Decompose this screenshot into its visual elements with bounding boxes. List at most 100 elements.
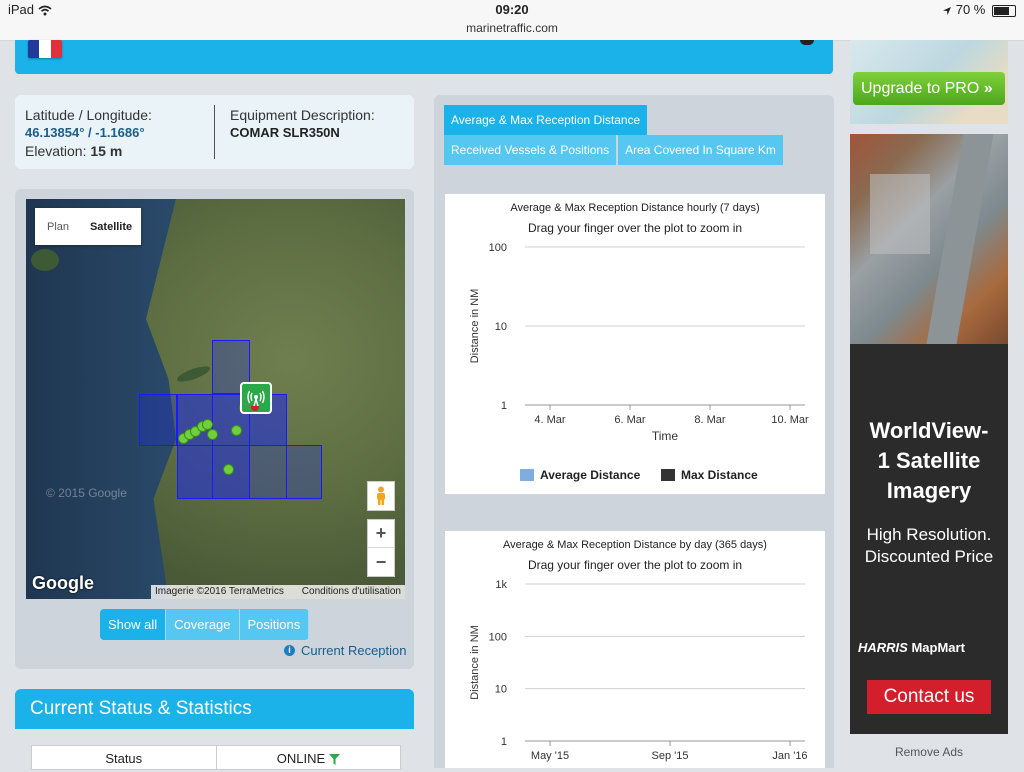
streetview-pegman-icon[interactable] — [367, 481, 395, 511]
station-header-banner — [15, 40, 833, 74]
vessel-marker[interactable] — [231, 425, 242, 436]
x-axis-label: Time — [652, 429, 679, 443]
elevation-row: Elevation: 15 m — [25, 143, 122, 159]
legend-swatch — [520, 469, 534, 481]
y-tick-label: 1k — [495, 579, 507, 591]
contact-us-button[interactable]: Contact us — [867, 680, 991, 714]
runway — [926, 134, 994, 344]
x-tick-label: May '15 — [531, 750, 569, 762]
chart-plot[interactable]: 1 10 100 4. Mar 6. Mar 8. Mar 10. Mar Distance … — [445, 234, 825, 454]
upgrade-to-pro-button[interactable]: Upgrade to PRO » — [853, 72, 1005, 105]
address-bar-url[interactable]: marinetraffic.com — [0, 21, 1024, 35]
zoom-out-button[interactable]: − — [368, 548, 394, 576]
current-reception-link[interactable]: i Current Reception — [284, 643, 407, 658]
france-flag-icon — [28, 40, 62, 58]
vessel-marker[interactable] — [223, 464, 234, 475]
coverage-cell — [249, 445, 287, 499]
ad-text-line1: High Resolution. — [866, 525, 992, 544]
clock: 09:20 — [495, 2, 529, 17]
battery-percent: 70 % — [955, 2, 986, 17]
brand-harris: HARRIS — [858, 640, 908, 655]
battery-icon — [992, 4, 1016, 17]
ad-satellite-image[interactable] — [850, 134, 1008, 344]
terms-link[interactable]: Conditions d'utilisation — [302, 585, 401, 599]
chart-title: Average & Max Reception Distance by day … — [503, 539, 767, 551]
island — [31, 249, 59, 271]
status-title: Current Status & Statistics — [15, 689, 414, 729]
x-tick-label: 6. Mar — [614, 414, 646, 426]
chart-hourly[interactable]: Average & Max Reception Distance hourly … — [445, 194, 825, 494]
equipment-value: COMAR SLR350N — [230, 125, 340, 140]
chart-subtitle: Drag your finger over the plot to zoom i… — [527, 558, 743, 572]
legend-label: Max Distance — [681, 468, 758, 482]
elevation-label: Elevation: — [25, 143, 87, 159]
zoom-in-button[interactable]: + — [368, 520, 394, 548]
ad-chart-map[interactable]: Upgrade to PRO » — [850, 40, 1008, 124]
satellite-button[interactable]: Satellite — [81, 208, 141, 245]
status-label: Status — [32, 746, 217, 769]
y-tick-label: 100 — [489, 631, 507, 643]
upgrade-label: Upgrade to PRO — [861, 80, 980, 97]
show-all-button[interactable]: Show all — [100, 609, 167, 640]
x-tick-label: 8. Mar — [694, 414, 726, 426]
station-info-card: Latitude / Longitude: 46.13854° / -1.168… — [15, 95, 414, 169]
ios-status-bar: iPad 09:20 marinetraffic.com 70 % — [0, 0, 1024, 41]
y-axis-label: Distance in NM — [469, 289, 481, 364]
vessel-marker[interactable] — [207, 429, 218, 440]
x-tick-label: Sep '15 — [652, 750, 689, 762]
ad-title-line3: Imagery — [886, 478, 972, 503]
double-chevron-right-icon: » — [983, 80, 993, 97]
tab-row: Received Vessels & Positions Area Covere… — [444, 135, 783, 165]
map-filter-group: Show all Coverage Positions — [100, 609, 310, 640]
chart-daily[interactable]: Average & Max Reception Distance by day … — [445, 531, 825, 768]
legend-max[interactable]: Max Distance — [661, 468, 758, 482]
chart-plot[interactable]: 1 10 100 1k May '15 Sep '15 Jan '16 Distance in… — [445, 571, 825, 768]
coverage-cell — [139, 394, 177, 446]
google-logo: Google — [32, 573, 94, 593]
legend-avg[interactable]: Average Distance — [520, 468, 640, 482]
positions-button[interactable]: Positions — [239, 609, 310, 640]
island — [175, 363, 212, 385]
chart-subtitle: Drag your finger over the plot to zoom i… — [527, 221, 743, 235]
info-icon: i — [284, 645, 295, 656]
tab-received-vessels[interactable]: Received Vessels & Positions — [444, 135, 617, 165]
current-reception-label: Current Reception — [301, 643, 407, 658]
tab-avg-max-distance[interactable]: Average & Max Reception Distance — [444, 105, 648, 135]
tab-area-covered[interactable]: Area Covered In Square Km — [618, 135, 783, 165]
status-value: ONLINE — [276, 751, 326, 766]
elevation-value: 15 m — [90, 143, 123, 159]
harris-mapmart-logo: HARRIS MapMart — [858, 640, 1008, 655]
imagery-credit: Imagerie ©2016 TerraMetrics — [155, 586, 284, 597]
zoom-control: + − — [367, 519, 395, 577]
x-tick-label: 4. Mar — [534, 414, 566, 426]
ad-text-line2: Discounted Price — [864, 547, 994, 566]
y-tick-label: 10 — [495, 684, 507, 696]
y-tick-label: 100 — [489, 242, 507, 254]
chart-title: Average & Max Reception Distance hourly … — [510, 202, 760, 214]
ad-title-line1: WorldView- — [869, 418, 989, 443]
ad-title-line2: 1 Satellite — [877, 448, 981, 473]
coverage-cell — [286, 445, 322, 499]
legend-label: Average Distance — [540, 468, 641, 482]
map-attribution: Imagerie ©2016 TerraMetrics Conditions d… — [151, 585, 405, 599]
coverage-button[interactable]: Coverage — [166, 609, 240, 640]
remove-ads-link[interactable]: Remove Ads — [850, 745, 1008, 759]
location-arrow-icon — [942, 2, 956, 17]
buildings — [870, 174, 930, 254]
coverage-cell — [177, 445, 213, 499]
status-table: Status ONLINE — [31, 745, 401, 770]
map-watermark: © 2015 Google — [46, 486, 127, 500]
y-axis-label: Distance in NM — [469, 625, 481, 700]
latlon-value: 46.13854° / -1.1686° — [25, 125, 145, 140]
ad-worldview[interactable]: WorldView- 1 Satellite Imagery High Reso… — [850, 344, 1008, 734]
filter-icon[interactable] — [328, 751, 340, 766]
equipment-label: Equipment Description: — [230, 107, 375, 123]
y-tick-label: 10 — [495, 321, 507, 333]
latlon-label: Latitude / Longitude: — [25, 107, 152, 123]
map-type-toggle: Plan Satellite — [35, 208, 141, 245]
plan-button[interactable]: Plan — [35, 208, 81, 245]
coverage-map[interactable]: Plan Satellite © 2015 Google + − Google … — [26, 199, 405, 599]
brand-mapmart: MapMart — [911, 640, 965, 655]
status-right: 70 % — [942, 2, 1016, 17]
divider — [214, 105, 215, 159]
